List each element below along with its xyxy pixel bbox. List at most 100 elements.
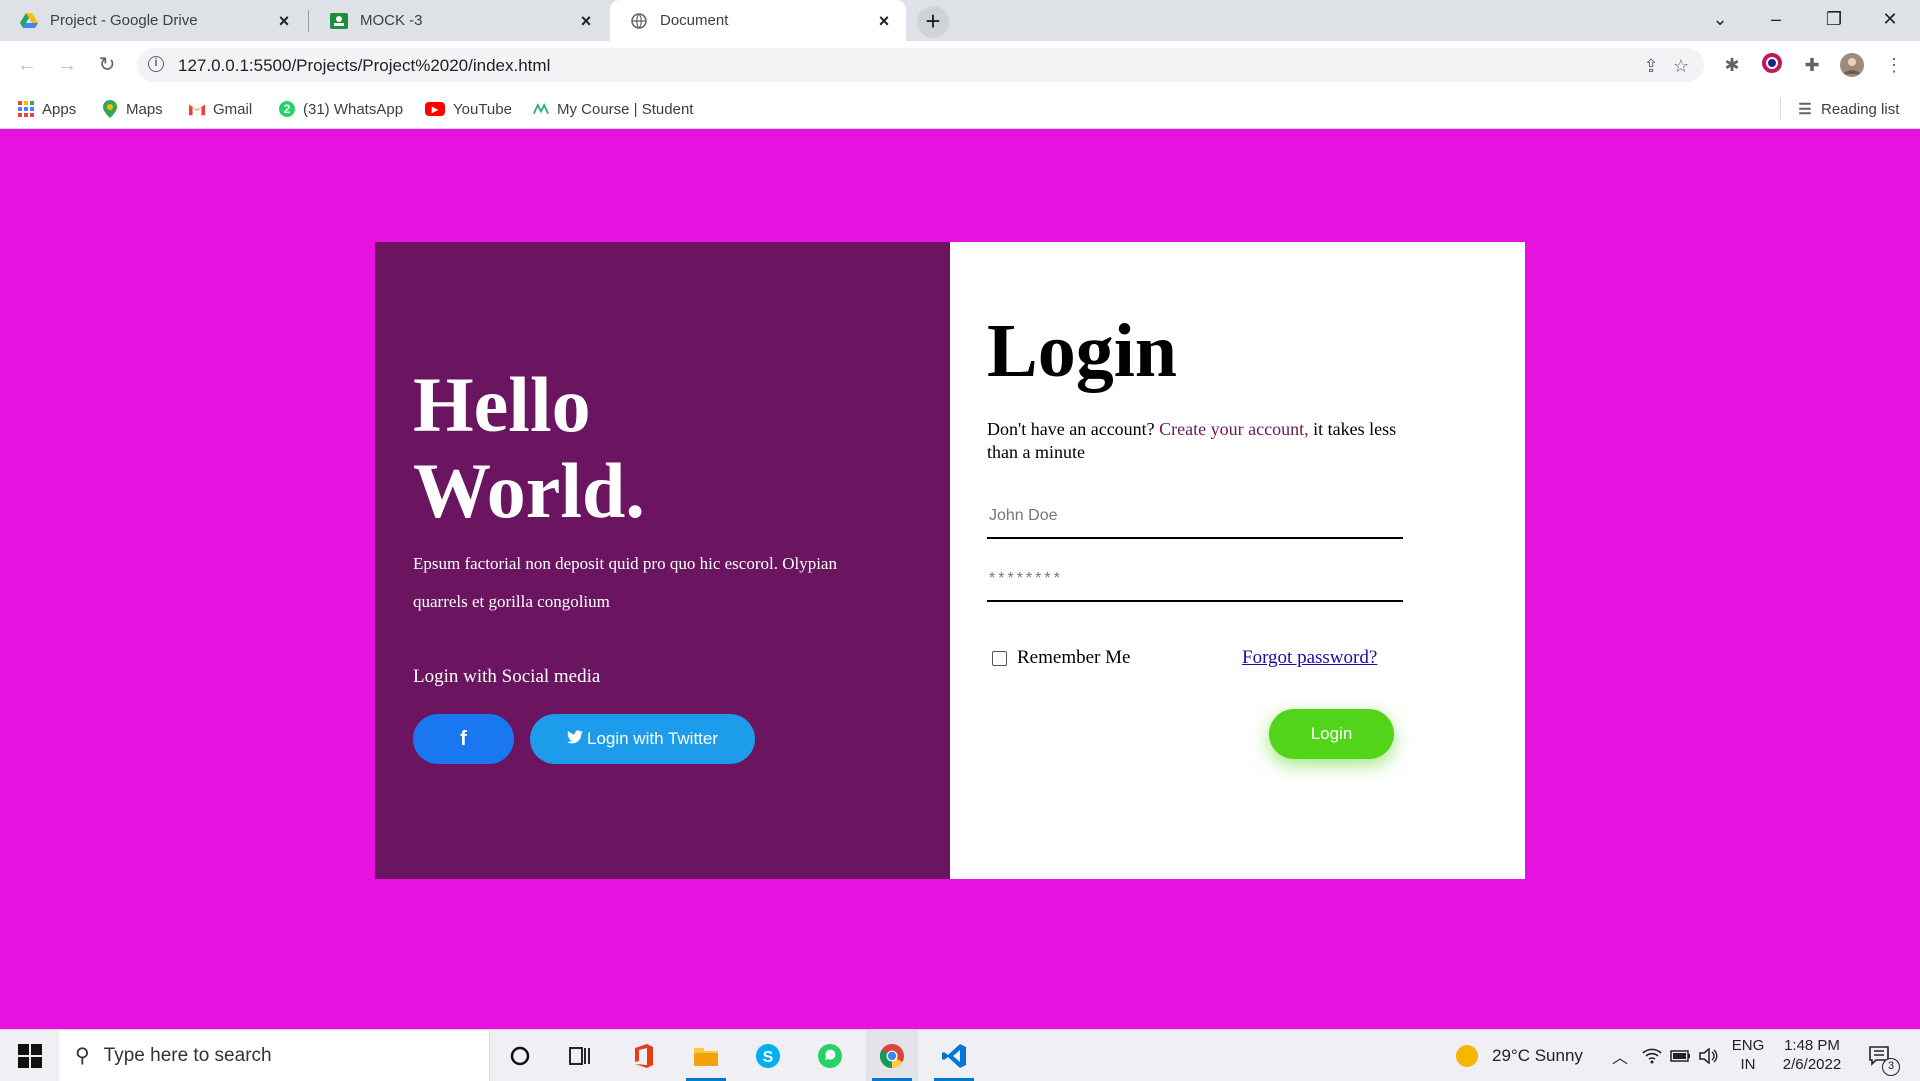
welcome-panel: Hello World. Epsum factorial non deposit… [375,242,950,879]
bookmark-youtube[interactable]: ▶ YouTube [425,90,512,128]
browser-tab-bar: Project - Google Drive × MOCK -3 × Docum… [0,0,1920,41]
extension-bug-icon[interactable]: ✱ [1720,53,1744,77]
welcome-heading: Hello World. [413,362,645,534]
password-placeholder: ******** [989,570,1063,587]
twitter-login-label: Login with Twitter [586,729,719,748]
tab-document[interactable]: Document × [610,0,906,41]
maps-pin-icon [102,100,118,118]
bookmark-label: My Course | Student [557,100,694,118]
reading-list-icon: ☰ [1798,101,1812,118]
minimize-button[interactable]: – [1748,0,1804,41]
sun-icon [1456,1044,1478,1067]
site-info-icon[interactable]: i [148,56,164,72]
google-drive-icon [20,12,38,30]
network-icon[interactable] [1642,1030,1662,1081]
login-title: Login [987,309,1178,393]
page-viewport: Hello World. Epsum factorial non deposit… [0,129,1920,1029]
bookmark-label: YouTube [453,100,512,118]
extensions-puzzle-icon[interactable]: ✚ [1800,53,1824,77]
bookmark-gmail[interactable]: Gmail [189,90,252,128]
bookmark-whatsapp[interactable]: 2 (31) WhatsApp [279,90,403,128]
create-account-link[interactable]: Create your account, [1159,419,1308,439]
login-button[interactable]: Login [1269,709,1394,759]
url-text[interactable]: 127.0.0.1:5500/Projects/Project%2020/ind… [178,56,550,76]
signup-prompt: Don't have an account? Create your accou… [987,418,1407,464]
language-line1: ENG [1731,1037,1765,1054]
welcome-heading-line2: World. [413,447,645,534]
bookmark-star-icon[interactable]: ☆ [1671,56,1691,76]
address-bar[interactable]: i 127.0.0.1:5500/Projects/Project%2020/i… [137,48,1704,82]
windows-start-icon[interactable] [10,1040,42,1070]
browser-toolbar: ← → ↻ i 127.0.0.1:5500/Projects/Project%… [0,41,1920,90]
tab-title: Project - Google Drive [50,12,198,29]
language-line2: IN [1740,1056,1756,1073]
remember-me[interactable]: Remember Me [992,647,1130,669]
social-login-title: Login with Social media [413,666,601,687]
facebook-login-button[interactable]: f [413,714,514,764]
bookmark-maps[interactable]: Maps [102,90,163,128]
whatsapp-icon: 2 [279,101,295,117]
gmail-icon [189,101,205,117]
globe-icon [630,12,648,30]
notifications-icon[interactable]: 3 [1868,1030,1900,1081]
chrome-icon[interactable] [866,1030,918,1081]
cortana-icon[interactable] [494,1030,546,1081]
login-card: Hello World. Epsum factorial non deposit… [375,242,1525,879]
close-window-button[interactable]: ✕ [1862,0,1918,41]
skype-icon[interactable]: S [742,1030,794,1081]
bookmark-my-course[interactable]: My Course | Student [533,90,693,128]
apps-grid-icon [18,101,34,117]
svg-text:S: S [763,1049,774,1066]
clock[interactable]: 1:48 PM 2/6/2022 [1772,1036,1852,1074]
office-icon[interactable] [618,1030,670,1081]
username-input[interactable]: John Doe [987,495,1403,539]
clock-time: 1:48 PM [1784,1037,1840,1054]
bookmark-label: Gmail [213,100,253,118]
bookmark-apps[interactable]: Apps [18,90,76,128]
username-placeholder: John Doe [989,507,1058,524]
volume-icon[interactable] [1698,1030,1718,1081]
bookmark-label: Maps [126,100,163,118]
file-explorer-icon[interactable] [680,1030,732,1081]
google-classroom-icon [330,12,348,30]
language-indicator[interactable]: ENG IN [1730,1036,1766,1074]
reading-list-button[interactable]: ☰ Reading list [1780,98,1899,120]
back-icon[interactable]: ← [11,49,43,81]
close-icon[interactable]: × [576,11,596,31]
battery-icon[interactable] [1670,1030,1692,1081]
bookmark-label: Apps [42,100,77,118]
vscode-icon[interactable] [928,1030,980,1081]
close-icon[interactable]: × [874,11,894,31]
facebook-icon: f [460,727,467,750]
tab-mock-3[interactable]: MOCK -3 × [310,0,608,41]
new-tab-button[interactable]: + [917,6,949,38]
twitter-bird-icon [566,729,583,749]
bookmarks-bar: Apps Maps Gmail 2 (31) WhatsApp ▶ YouTub… [0,90,1920,129]
whatsapp-app-icon[interactable] [804,1030,856,1081]
restore-button[interactable]: ❐ [1806,0,1862,41]
weather-widget[interactable]: 29°C Sunny [1456,1030,1583,1081]
youtube-icon: ▶ [425,102,445,116]
tab-title: MOCK -3 [360,12,423,29]
login-form-panel: Login Don't have an account? Create your… [950,242,1525,879]
extension-color-icon[interactable] [1760,53,1784,77]
welcome-description: Epsum factorial non deposit quid pro quo… [413,554,837,611]
weather-text: 29°C Sunny [1492,1045,1583,1065]
task-view-icon[interactable] [554,1030,606,1081]
twitter-login-button[interactable]: Login with Twitter [530,714,755,764]
tab-google-drive[interactable]: Project - Google Drive × [0,0,306,41]
forgot-password-link[interactable]: Forgot password? [1242,647,1377,669]
show-hidden-icons-icon[interactable]: ︿ [1612,1030,1628,1081]
remember-me-checkbox[interactable] [992,650,1007,666]
taskbar-search-placeholder: Type here to search [103,1044,272,1066]
tab-search-icon[interactable]: ⌄ [1692,0,1748,41]
clock-date: 2/6/2022 [1782,1056,1842,1073]
reload-icon[interactable]: ↻ [91,49,123,81]
close-icon[interactable]: × [274,11,294,31]
profile-avatar[interactable] [1840,53,1864,77]
password-input[interactable]: ******** [987,558,1403,602]
share-icon[interactable]: ⇪ [1641,56,1661,76]
taskbar-search-input[interactable]: ⚲ Type here to search [59,1030,490,1081]
browser-menu-icon[interactable]: ⋮ [1882,53,1906,77]
forward-icon[interactable]: → [51,49,83,81]
